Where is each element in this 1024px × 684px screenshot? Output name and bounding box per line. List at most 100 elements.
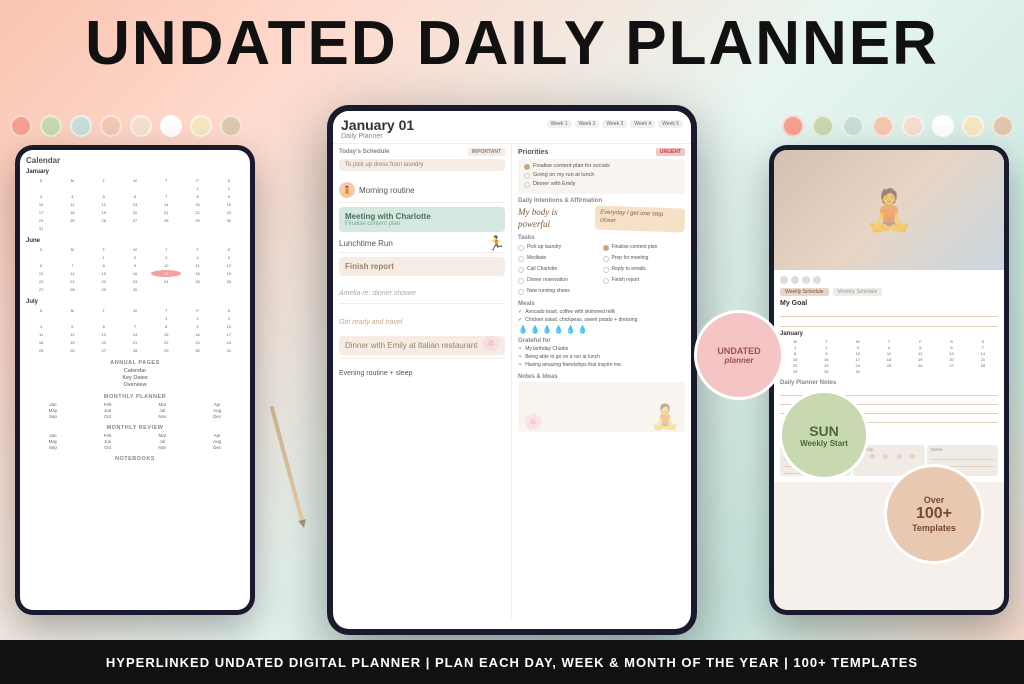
mp-oct[interactable]: Oct — [81, 414, 135, 419]
priority-1-check — [524, 164, 530, 170]
mp-mar[interactable]: Mar — [136, 402, 190, 407]
task-2-text: Finalise content plan — [612, 244, 658, 250]
mp-sep[interactable]: Sep — [26, 414, 80, 419]
task-5-text: Call Charlotte — [527, 266, 557, 272]
mp-feb[interactable]: Feb — [81, 402, 135, 407]
tab-monthly[interactable]: Monthly Schedule — [833, 288, 883, 296]
rmc-24: 24 — [843, 363, 873, 368]
rmc-4: 4 — [874, 345, 904, 350]
mr-oct[interactable]: Oct — [81, 445, 135, 450]
right-mini-cal: January M T W T F S S 1234567 8910111213… — [780, 331, 998, 374]
rmc-22: 22 — [780, 363, 810, 368]
monthly-review-section: MONTHLY REVIEW Jan Feb Mar Apr May Jun J… — [26, 425, 244, 450]
badge-sun-line2: Weekly Start — [800, 439, 848, 448]
mr-mar[interactable]: Mar — [136, 433, 190, 438]
rmc-12: 12 — [905, 351, 935, 356]
week-tab-5[interactable]: Week 5 — [658, 120, 683, 128]
right-cal-month: January — [780, 331, 998, 337]
mr-jan[interactable]: Jan — [26, 433, 80, 438]
mr-nov[interactable]: Nov — [136, 445, 190, 450]
notes-area[interactable]: 🧘 🌸 — [518, 382, 685, 432]
priority-3-check — [524, 182, 530, 188]
week-tab-3[interactable]: Week 3 — [602, 120, 627, 128]
notes-section: Notes & Ideas 🧘 🌸 — [512, 374, 691, 432]
task-8: Finish report — [603, 277, 686, 284]
mini-cal-jun-title: June — [26, 238, 244, 244]
rmc-11: 11 — [874, 351, 904, 356]
dot-3 — [70, 115, 92, 137]
time-slots: 🧘 Morning routine Meeting with Charlotte… — [333, 178, 511, 383]
task-2: Finalise content plan — [603, 244, 686, 251]
slot-getready: Get ready and travel — [339, 308, 505, 332]
slot-dinner: Dinner with Emily at Italian restaurant … — [339, 336, 505, 355]
mr-aug[interactable]: Aug — [190, 439, 244, 444]
week-tab-2[interactable]: Week 2 — [575, 120, 600, 128]
week-tab-4[interactable]: Week 4 — [630, 120, 655, 128]
mp-jul[interactable]: Jul — [136, 408, 190, 413]
link-overview[interactable]: Overview — [26, 382, 244, 388]
schedule-label: Today's Schedule — [339, 149, 389, 155]
mr-jun[interactable]: Jun — [81, 439, 135, 444]
task-5: Call Charlotte — [518, 266, 601, 273]
mr-sep[interactable]: Sep — [26, 445, 80, 450]
dot-5 — [130, 115, 152, 137]
rmc-1: 1 — [780, 345, 810, 350]
mr-dec[interactable]: Dec — [190, 445, 244, 450]
mp-aug[interactable]: Aug — [190, 408, 244, 413]
task-7: Dinner reservation — [518, 277, 601, 284]
toolbar-icon-1 — [780, 276, 788, 284]
tab-weekly[interactable]: Weekly Schedule — [780, 288, 829, 296]
right-toolbar — [780, 276, 998, 284]
rmc-14: 14 — [968, 351, 998, 356]
badge-templates-line2: 100+ — [916, 505, 952, 523]
rmc-13: 13 — [936, 351, 966, 356]
planner-type: Daily Planner — [341, 133, 414, 140]
mp-dec[interactable]: Dec — [190, 414, 244, 419]
mp-apr[interactable]: Apr — [190, 402, 244, 407]
tablet-main-inner: January 01 Daily Planner Week 1 Week 2 W… — [333, 111, 691, 629]
mr-apr[interactable]: Apr — [190, 433, 244, 438]
task-9: New running shoes — [518, 288, 601, 295]
mp-nov[interactable]: Nov — [136, 414, 190, 419]
rmc-28: 28 — [968, 363, 998, 368]
page-title: UNDATED DAILY PLANNER — [0, 8, 1024, 79]
rmc-15: 15 — [780, 357, 810, 362]
rmc-7: 7 — [968, 345, 998, 350]
goal-section: My Goal — [780, 300, 998, 327]
footer-bar: HYPERLINKED UNDATED DIGITAL PLANNER | PL… — [0, 640, 1024, 684]
mr-feb[interactable]: Feb — [81, 433, 135, 438]
mr-may[interactable]: May — [26, 439, 80, 444]
link-keydates[interactable]: Key Dates — [26, 375, 244, 381]
notebooks-section: NOTEBOOKS — [26, 456, 244, 462]
water-tracker: 💧 💧 💧 💧 💧 💧 — [518, 325, 685, 334]
week-tabs: Week 1 Week 2 Week 3 Week 4 Week 5 — [547, 120, 683, 128]
notes-tab-label: Notes — [931, 447, 994, 452]
badge-templates-line1: Over — [924, 495, 945, 505]
rmc-h3: W — [843, 339, 873, 344]
badge-undated-line2: planner — [725, 356, 754, 365]
toolbar-icon-3 — [802, 276, 810, 284]
mp-jun[interactable]: Jun — [81, 408, 135, 413]
dot-8 — [220, 115, 242, 137]
rmc-8: 8 — [780, 351, 810, 356]
task-6: Reply to emails — [603, 266, 686, 273]
monthly-planner-label: MONTHLY PLANNER — [26, 394, 244, 400]
meal-1-text: Avocado toast, coffee with skimmed milk — [525, 309, 615, 315]
mp-jan[interactable]: Jan — [26, 402, 80, 407]
meal-1: ✓Avocado toast, coffee with skimmed milk — [518, 309, 685, 315]
tablet-left-inner: Calendar January SMTWTFS 12 3456789 1011… — [20, 150, 250, 610]
mr-jul[interactable]: Jul — [136, 439, 190, 444]
goal-label: My Goal — [780, 300, 998, 307]
mp-may[interactable]: May — [26, 408, 80, 413]
link-calendar[interactable]: Calendar — [26, 368, 244, 374]
grateful-2-text: Being able to go on a run at lunch — [525, 354, 600, 360]
rmc-h6: S — [936, 339, 966, 344]
slot-run-text: Lunchtime Run — [339, 239, 393, 248]
week-tab-1[interactable]: Week 1 — [547, 120, 572, 128]
priority-3: Dinner with Emily — [524, 181, 679, 188]
rmc-31: 31 — [843, 369, 873, 374]
toolbar-icon-2 — [791, 276, 799, 284]
task-4-text: Prep for meeting — [612, 255, 649, 261]
annual-label: ANNUAL PAGES — [26, 360, 244, 366]
slot-getready-text: Get ready and travel — [339, 319, 402, 326]
